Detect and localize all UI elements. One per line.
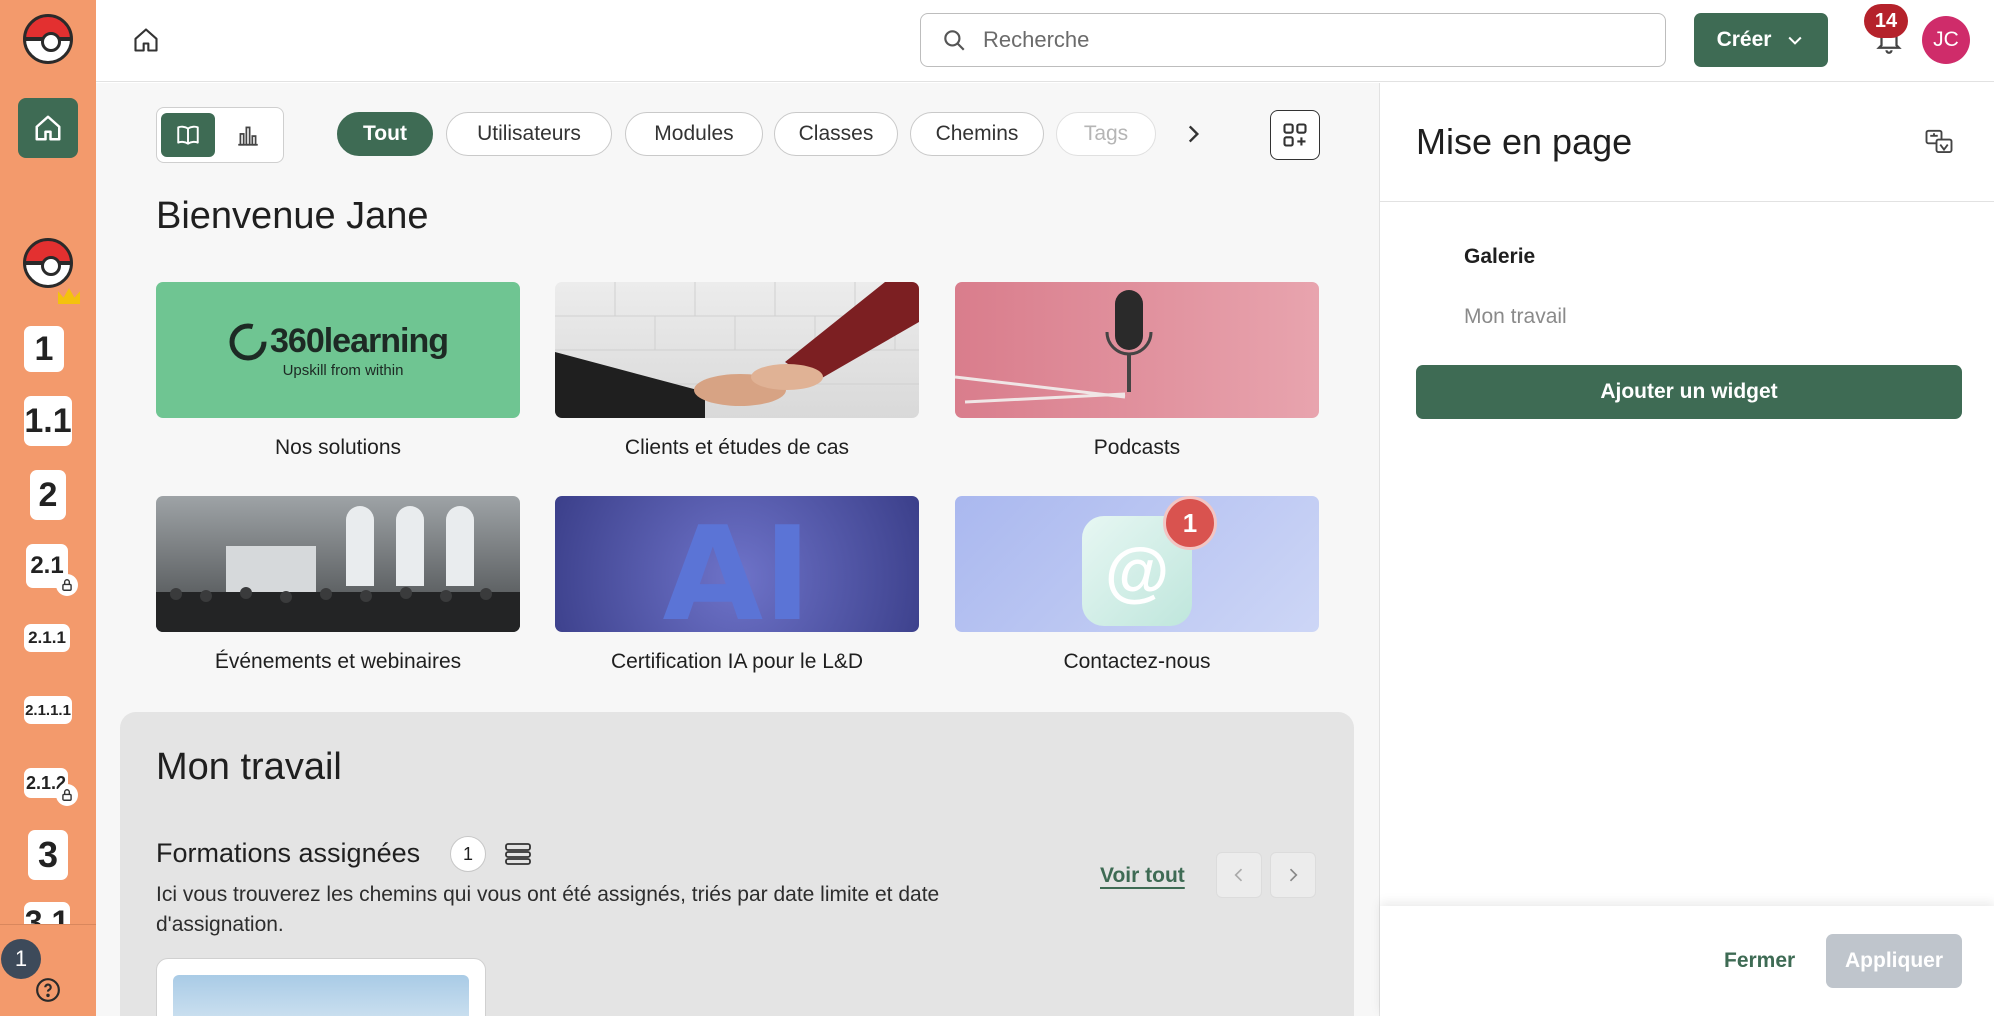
see-all-link[interactable]: Voir tout: [1100, 864, 1185, 888]
at-sign: @: [1104, 534, 1170, 608]
handshake-image: [555, 282, 919, 418]
card-badge: 1: [1163, 496, 1217, 550]
lock-icon: [56, 574, 78, 596]
list-view-icon[interactable]: [504, 842, 532, 866]
bar-chart-icon: [238, 126, 258, 146]
filter-tab-tout[interactable]: Tout: [337, 112, 433, 156]
main-content: Tout Utilisateurs Modules Classes Chemin…: [96, 83, 1379, 1016]
card-evenements[interactable]: Événements et webinaires: [156, 496, 520, 674]
filter-tab-tags[interactable]: Tags: [1056, 112, 1156, 156]
rail-home-button[interactable]: [18, 98, 78, 158]
course-thumbnail: [173, 975, 469, 1016]
space-avatar-main[interactable]: [23, 238, 73, 288]
layout-panel: Mise en page Galerie Mon travail Ajouter…: [1379, 83, 1994, 1016]
search-icon: [944, 30, 965, 51]
home-icon[interactable]: [132, 26, 160, 54]
chevron-right-icon[interactable]: [1180, 121, 1206, 147]
rail-footer: 1: [0, 924, 96, 1016]
welcome-heading: Bienvenue Jane: [156, 195, 429, 237]
book-open-icon: [177, 125, 199, 145]
chevron-left-icon: [1234, 868, 1243, 882]
home-icon: [35, 115, 61, 141]
assigned-description: Ici vous trouverez les chemins qui vous …: [156, 883, 940, 936]
360learning-logo-icon: [229, 323, 267, 360]
filter-tab-classes[interactable]: Classes: [774, 112, 898, 156]
filter-tab-modules[interactable]: Modules: [625, 112, 763, 156]
catalog-view-button[interactable]: [161, 113, 215, 157]
card-image: @ 1: [955, 496, 1319, 632]
card-image: [555, 282, 919, 418]
card-clients[interactable]: Clients et études de cas: [555, 282, 919, 460]
logo-text: 360learning: [270, 322, 449, 360]
card-nos-solutions[interactable]: 360learning Upskill from within Nos solu…: [156, 282, 520, 460]
card-podcasts[interactable]: Podcasts: [955, 282, 1319, 460]
left-rail: 1 1.1 2 2.1 2.1.1 2.1.1.1 2.1.2 3 3.1 1: [0, 0, 96, 1016]
search-input[interactable]: [983, 27, 1603, 53]
space-tile-2-1[interactable]: 2.1: [26, 544, 78, 596]
assigned-course-card[interactable]: [156, 958, 486, 1016]
card-label: Nos solutions: [274, 436, 402, 459]
layout-item-galerie[interactable]: Galerie: [1464, 245, 1535, 269]
carousel-next-button[interactable]: [1270, 852, 1316, 898]
chevron-down-icon: [1788, 36, 1802, 45]
space-tile-2-1-1-1[interactable]: 2.1.1.1: [24, 696, 72, 724]
space-tile-2-1-2[interactable]: 2.1.2: [24, 768, 78, 806]
layout-item-mon-travail[interactable]: Mon travail: [1464, 305, 1567, 329]
space-tile-1[interactable]: 1: [24, 326, 64, 372]
card-image: AI: [555, 496, 919, 632]
card-label: Podcasts: [1093, 436, 1181, 459]
top-bar: Créer 14 JC: [96, 0, 1994, 82]
card-label: Événements et webinaires: [214, 650, 462, 673]
my-work-heading: Mon travail: [156, 746, 342, 788]
my-work-section: Mon travail Formations assignées 1 Ici v…: [120, 712, 1354, 1016]
filter-tab-utilisateurs[interactable]: Utilisateurs: [446, 112, 612, 156]
add-widget-grid-button[interactable]: [1270, 110, 1320, 160]
space-tile-1-1[interactable]: 1.1: [24, 396, 72, 446]
close-button[interactable]: Fermer: [1708, 936, 1811, 986]
assigned-count-badge: 1: [450, 836, 486, 872]
space-tile-2-1-1[interactable]: 2.1.1: [24, 624, 70, 652]
divider: [1380, 201, 1994, 202]
space-tile-2[interactable]: 2: [30, 470, 66, 520]
search-bar[interactable]: [920, 13, 1666, 67]
card-image: [156, 496, 520, 632]
stats-view-button[interactable]: [221, 113, 275, 157]
assigned-trainings-heading: Formations assignées: [156, 838, 421, 868]
widget-grid-icon: [1283, 123, 1307, 147]
lock-icon: [56, 784, 78, 806]
translate-icon[interactable]: [1924, 127, 1954, 157]
add-widget-button[interactable]: Ajouter un widget: [1416, 365, 1962, 419]
rail-notification-badge[interactable]: 1: [1, 939, 41, 979]
create-button-label: Créer: [1716, 28, 1772, 51]
chevron-right-icon: [1289, 868, 1298, 882]
card-label: Certification IA pour le L&D: [610, 650, 864, 673]
card-contactez-nous[interactable]: @ 1 Contactez-nous: [955, 496, 1319, 674]
app-logo[interactable]: [23, 14, 73, 64]
conference-image: [156, 506, 520, 632]
help-icon[interactable]: [35, 977, 61, 1003]
space-tile-3[interactable]: 3: [28, 830, 68, 880]
panel-footer: Fermer Appliquer: [1380, 906, 1994, 1016]
card-certification-ia[interactable]: AI Certification IA pour le L&D: [555, 496, 919, 674]
carousel-prev-button[interactable]: [1216, 852, 1262, 898]
card-image: 360learning Upskill from within: [156, 282, 520, 418]
panel-title: Mise en page: [1416, 121, 1633, 162]
card-label: Contactez-nous: [1063, 650, 1211, 673]
card-image: [955, 282, 1319, 418]
filter-tab-chemins[interactable]: Chemins: [910, 112, 1044, 156]
create-button[interactable]: Créer: [1694, 13, 1828, 67]
card-label: Clients et études de cas: [624, 436, 850, 459]
apply-button[interactable]: Appliquer: [1826, 934, 1962, 988]
view-toggle: [156, 107, 284, 163]
crown-icon: [58, 288, 80, 304]
microphone-image: [955, 290, 1153, 404]
user-avatar[interactable]: JC: [1922, 16, 1970, 64]
notification-count-badge: 14: [1864, 4, 1908, 38]
ai-letters: AI: [662, 498, 812, 632]
logo-tagline: Upskill from within: [282, 361, 404, 379]
